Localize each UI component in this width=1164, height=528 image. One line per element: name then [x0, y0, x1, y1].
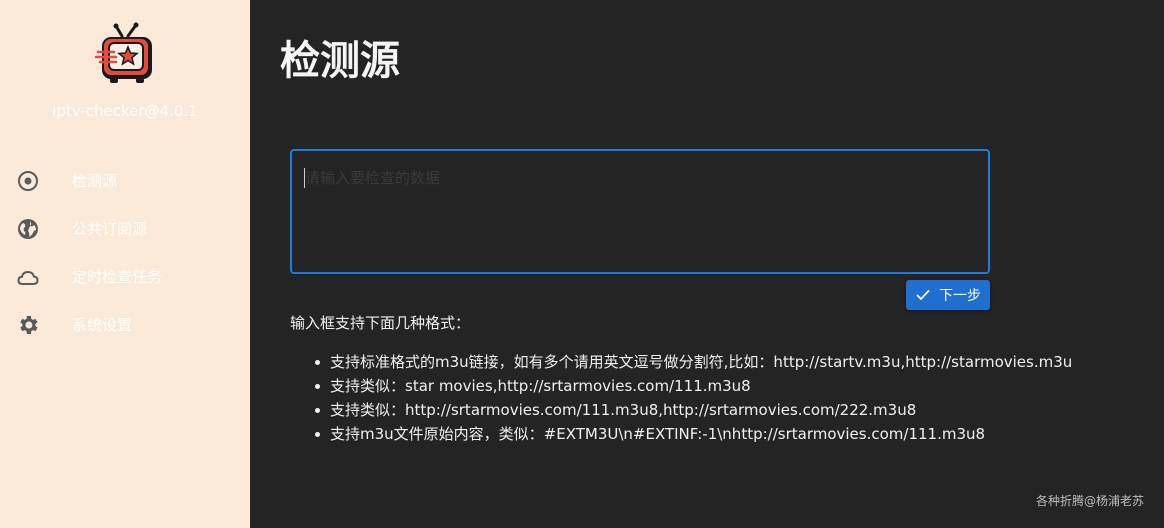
- sidebar-item-settings[interactable]: 系统设置: [0, 305, 250, 345]
- gear-icon: [16, 313, 40, 337]
- radio-button-icon: [16, 169, 40, 193]
- sidebar: iptv-checker@4.0.1 检测源 公共订阅源 定时检查任务 系统设置: [0, 0, 250, 528]
- sidebar-item-check-source[interactable]: 检测源: [0, 161, 250, 201]
- sidebar-item-label: 系统设置: [72, 316, 133, 334]
- app-version: iptv-checker@4.0.1: [52, 102, 198, 120]
- list-item: 支持类似：star movies,http://srtarmovies.com/…: [315, 374, 1150, 398]
- watermark: 各种折腾@杨浦老苏: [1035, 494, 1144, 508]
- sidebar-item-label: 定时检查任务: [72, 268, 163, 286]
- source-data-input[interactable]: [290, 149, 990, 274]
- sidebar-item-public-subscriptions[interactable]: 公共订阅源: [0, 209, 250, 249]
- retro-tv-logo[interactable]: [94, 22, 156, 86]
- text-caret: [304, 168, 305, 188]
- list-item: 支持m3u文件原始内容，类似：#EXTM3U\n#EXTINF:-1\nhttp…: [315, 422, 1150, 446]
- help-title: 输入框支持下面几种格式：: [290, 314, 471, 332]
- sidebar-item-label: 公共订阅源: [72, 220, 148, 238]
- page-title: 检测源: [280, 38, 400, 84]
- check-icon: [916, 290, 930, 300]
- sidebar-item-label: 检测源: [72, 172, 118, 190]
- cloud-icon: [16, 265, 40, 289]
- list-item: 支持标准格式的m3u链接，如有多个请用英文逗号做分割符,比如：http://st…: [315, 350, 1150, 374]
- globe-icon: [16, 217, 40, 241]
- help-list: 支持标准格式的m3u链接，如有多个请用英文逗号做分割符,比如：http://st…: [315, 350, 1150, 446]
- list-item: 支持类似：http://srtarmovies.com/111.m3u8,htt…: [315, 398, 1150, 422]
- sidebar-item-scheduled-tasks[interactable]: 定时检查任务: [0, 257, 250, 297]
- next-step-button[interactable]: 下一步: [906, 280, 990, 310]
- next-step-label: 下一步: [939, 287, 981, 303]
